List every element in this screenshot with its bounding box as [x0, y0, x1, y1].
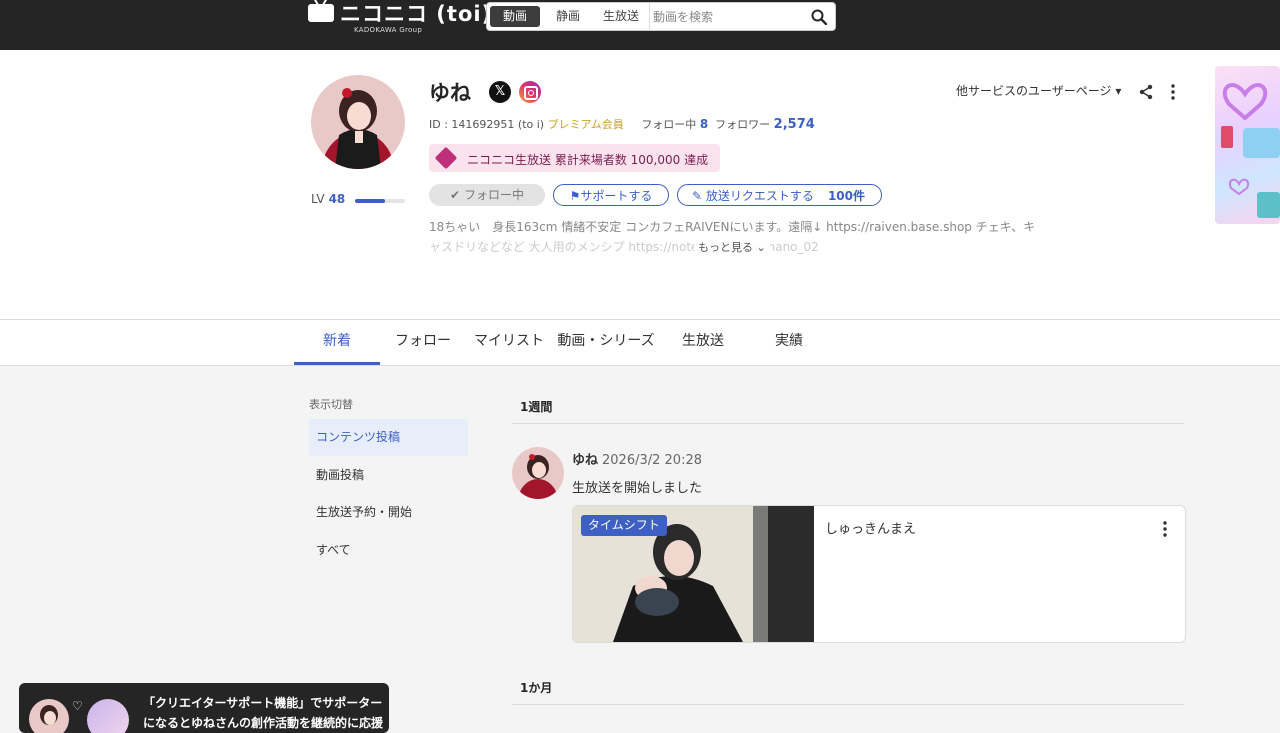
sidebar-item-video-posts[interactable]: 動画投稿 — [309, 457, 468, 494]
niconico-logo[interactable]: ニコニコ (toi) KADOKAWA Group — [308, 0, 491, 40]
user-avatar[interactable] — [311, 75, 405, 169]
feed-item-time: 2026/3/2 20:28 — [602, 453, 702, 468]
show-more-label: もっと見る — [698, 241, 753, 254]
feed-item-message: 生放送を開始しました — [572, 481, 703, 496]
tv-logo-icon — [308, 4, 334, 22]
card-more-options-icon[interactable] — [1158, 520, 1172, 538]
sidebar-item-all[interactable]: すべて — [309, 532, 468, 569]
profile-tabs: 新着 フォロー マイリスト 動画・シリーズ 生放送 実績 — [0, 320, 1280, 366]
tab-new[interactable]: 新着 — [294, 320, 380, 365]
search-tab-live[interactable]: 生放送 — [595, 6, 647, 27]
level-progress-fill — [355, 199, 385, 203]
advertisement-banner[interactable] — [1215, 66, 1280, 224]
ticket-icon — [434, 146, 458, 170]
following-button[interactable]: ✔ フォロー中 — [429, 184, 545, 206]
achievement-badge: ニコニコ生放送 累計来場者数 100,000 達成 — [429, 144, 720, 172]
follower-count: 2,574 — [773, 117, 815, 132]
tab-live[interactable]: 生放送 — [660, 320, 746, 365]
search-input[interactable] — [651, 5, 805, 29]
user-id: ID : 141692951 (to i) — [429, 118, 545, 131]
toast-user-avatar — [29, 699, 69, 733]
level-value: 48 — [328, 192, 346, 206]
level-label: LV — [311, 192, 325, 206]
achievement-text: ニコニコ生放送 累計来場者数 100,000 達成 — [467, 153, 709, 167]
brand-name: ニコニコ (toi) — [340, 2, 493, 26]
following-link[interactable]: フォロー中 8 — [641, 117, 709, 131]
more-options-icon[interactable] — [1166, 83, 1180, 101]
sidebar-heading: 表示切替 — [309, 398, 353, 411]
level-indicator: LV 48 — [311, 192, 345, 206]
request-button-label: 放送リクエストする — [705, 189, 814, 203]
user-name: ゆね — [429, 81, 471, 105]
feed-item-user[interactable]: ゆね — [572, 453, 598, 468]
feed-item-avatar[interactable] — [512, 447, 564, 499]
show-more-button[interactable]: もっと見る ⌄ — [694, 239, 770, 255]
program-thumbnail[interactable]: タイムシフト — [573, 506, 814, 642]
other-services-dropdown[interactable]: 他サービスのユーザーページ ▾ — [956, 82, 1121, 99]
check-icon: ✔ — [450, 188, 461, 202]
following-button-label: フォロー中 — [463, 188, 524, 202]
follower-link[interactable]: フォロワー 2,574 — [715, 117, 815, 132]
brand-subtitle: KADOKAWA Group — [354, 26, 423, 34]
feed-item-header: ゆね 2026/3/2 20:28 — [572, 449, 702, 468]
search-tab-video[interactable]: 動画 — [490, 6, 540, 27]
share-icon[interactable] — [1138, 84, 1154, 100]
instagram-icon[interactable] — [519, 81, 541, 103]
toast-text: 「クリエイターサポート機能」でサポーターになるとゆねさんの創作活動を継続的に応援… — [143, 696, 384, 730]
request-icon: ✎ — [692, 189, 703, 203]
following-count: 8 — [699, 117, 709, 131]
bio-line-1: 18ちゃい 身長163cm 情緒不安定 コンカフェRAIVENにいます。遠隔↓ … — [429, 220, 1036, 234]
premium-badge: プレミアム会員 — [547, 118, 624, 131]
following-label: フォロー中 — [641, 118, 697, 131]
profile-header: LV 48 ゆね 𝕏 ID : 141692951 (to i) プレミアム会員 … — [0, 50, 1280, 320]
follower-label: フォロワー — [715, 118, 771, 131]
period-heading: 1週間 — [512, 398, 1184, 424]
tab-videos-series[interactable]: 動画・シリーズ — [552, 320, 660, 365]
tab-achievements[interactable]: 実績 — [746, 320, 832, 365]
x-twitter-icon[interactable]: 𝕏 — [489, 81, 511, 103]
broadcast-request-button[interactable]: ✎ 放送リクエストする 100件 — [677, 184, 882, 206]
top-bar: ニコニコ (toi) KADOKAWA Group 動画 静画 生放送 — [0, 0, 1280, 50]
other-services-label: 他サービスのユーザーページ — [956, 84, 1112, 98]
tab-follow[interactable]: フォロー — [380, 320, 466, 365]
supporter-avatar — [87, 699, 129, 733]
tab-mylist[interactable]: マイリスト — [466, 320, 552, 365]
search-tab-image[interactable]: 静画 — [543, 6, 593, 27]
search-icon[interactable] — [811, 9, 827, 25]
user-meta: ID : 141692951 (to i) プレミアム会員 フォロー中 8 フォ… — [429, 116, 815, 132]
search-divider — [649, 3, 650, 30]
flag-icon: ⚑ — [569, 189, 581, 203]
timeshift-badge: タイムシフト — [581, 515, 667, 536]
level-progress-bar — [355, 199, 405, 203]
period-heading-month: 1か月 — [512, 679, 1184, 705]
search-box: 動画 静画 生放送 — [486, 2, 836, 31]
live-program-card[interactable]: タイムシフト しゅっきんまえ — [572, 505, 1186, 643]
sidebar-item-live-schedule[interactable]: 生放送予約・開始 — [309, 494, 468, 531]
support-button[interactable]: ⚑サポートする — [553, 184, 669, 206]
program-title[interactable]: しゅっきんまえ — [825, 518, 916, 537]
caret-down-icon: ▾ — [1115, 84, 1122, 98]
support-button-label: サポートする — [580, 189, 653, 203]
heart-icon: ♡ — [72, 699, 83, 713]
request-count: 100件 — [827, 189, 865, 203]
chevron-down-icon: ⌄ — [756, 241, 766, 254]
sidebar-item-content-posts[interactable]: コンテンツ投稿 — [309, 419, 468, 456]
creator-support-toast[interactable]: ♡ 「クリエイターサポート機能」でサポーターになるとゆねさんの創作活動を継続的に… — [19, 683, 389, 733]
